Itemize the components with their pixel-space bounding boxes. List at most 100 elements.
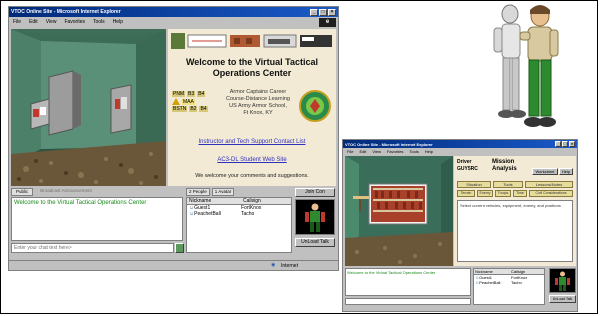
mission-chat-input[interactable] [345, 298, 471, 305]
mission-analysis-panel: Driver GUY5RC Mission Analysis Worksheet… [454, 156, 576, 266]
unload-talk-button[interactable]: UnLoad Talk [549, 295, 576, 303]
people-tab-bar: 2 People 1 Avatar [186, 188, 290, 196]
school-line: Course-Distance Learning [226, 96, 290, 102]
soldier-icon [171, 33, 185, 49]
3d-library-view[interactable] [345, 156, 453, 266]
library-scene-graphic [345, 156, 453, 266]
tab-public[interactable]: Public [11, 188, 34, 196]
mission-nav-row1: Situation Tools Lessons/Notes [457, 181, 573, 188]
list-item[interactable]: ☺PeachetBall Tacho [187, 211, 291, 217]
menu-view[interactable]: View [46, 19, 57, 25]
menu-tools[interactable]: Tools [409, 149, 418, 154]
code-cell: B2 [189, 106, 198, 112]
mission-window-title: VTOC Online Site - Microsoft Internet Ex… [345, 141, 433, 147]
driver-label: Driver [457, 159, 472, 165]
school-line: Armor Captains Career [229, 89, 287, 95]
unit-code-grid: PNM B3 B4 MAA BSTN B2 B4 [172, 91, 216, 123]
menu-file[interactable]: File [347, 149, 353, 154]
ie-logo-icon: e [319, 18, 336, 27]
column-nickname[interactable]: Nickname [474, 269, 511, 274]
avatar-viewer[interactable] [295, 199, 335, 235]
welcome-heading: Welcome to the Virtual Tactical Operatio… [185, 57, 319, 78]
close-button[interactable]: × [569, 141, 575, 147]
menu-favorites[interactable]: Favorites [64, 19, 85, 25]
main-title-bar: VTOC Online Site - Microsoft Internet Ex… [9, 7, 338, 17]
chat-message: Welcome to the Virtual Tactical Operatio… [347, 270, 436, 275]
column-callsign[interactable]: Callsign [511, 269, 525, 274]
help-button[interactable]: Help [559, 168, 573, 175]
welcome-comments-note: We welcome your comments and suggestions… [195, 173, 309, 179]
tools-button[interactable]: Tools [493, 181, 523, 188]
school-line: US Army Armor School, [229, 103, 287, 109]
welcome-panel: Welcome to the Virtual Tactical Operatio… [168, 29, 336, 186]
minimize-button[interactable]: _ [310, 8, 318, 16]
code-cell: PNM [172, 91, 186, 97]
code-cell: B4 [197, 91, 206, 97]
minimize-button[interactable]: _ [555, 141, 561, 147]
mission-avatar-viewer[interactable] [549, 268, 576, 293]
column-callsign[interactable]: Callsign [241, 198, 261, 204]
unload-talk-button[interactable]: UnLoad Talk [295, 238, 335, 247]
mission-instructions-box[interactable]: Select current vehicles, equipment, enem… [457, 200, 573, 262]
chat-input[interactable]: Enter your chat text here> [11, 243, 174, 253]
chat-tab-bar: Public Broadcast Announcement [11, 188, 183, 196]
menu-help[interactable]: Help [425, 149, 433, 154]
chat-placeholder: Enter your chat text here> [14, 245, 72, 251]
situation-button[interactable]: Situation [457, 181, 491, 188]
column-nickname[interactable]: Nickname [187, 198, 241, 204]
mission-menu-bar: File Edit View Favorites Tools Help [343, 148, 577, 155]
callsign: Tacho [511, 280, 522, 285]
enemy-button[interactable]: Enemy [477, 190, 493, 197]
menu-help[interactable]: Help [113, 19, 123, 25]
menu-edit[interactable]: Edit [359, 149, 366, 154]
student-web-link[interactable]: AC3-DL Student Web Site [172, 157, 332, 163]
code-cell: B4 [199, 106, 208, 112]
globe-icon: ◉ [271, 262, 276, 268]
mission-nav-row2: Terrain Enemy Troops Time Civil Consider… [457, 190, 573, 197]
worksheet-button[interactable]: Worksheet [532, 168, 558, 175]
troops-button[interactable]: Troops [495, 190, 511, 197]
code-cell: B3 [187, 91, 196, 97]
mission-people-list[interactable]: Nickname Callsign ☺Guest1 FortKnox ☺Peac… [473, 268, 545, 305]
list-item[interactable]: ☺PeachetBall Tacho [474, 280, 544, 285]
driver-name: GUY5RC [457, 166, 478, 172]
code-cell: MAA [182, 98, 195, 105]
nickname: PeachetBall [194, 211, 221, 217]
mission-chat-output: Welcome to the Virtual Tactical Operatio… [345, 268, 471, 296]
join-conference-button[interactable]: Join Con [295, 188, 335, 197]
status-zone: Internet [281, 263, 298, 269]
send-button[interactable] [175, 243, 184, 253]
callsign: Tacho [241, 211, 255, 217]
tab-avatar[interactable]: 1 Avatar [211, 188, 235, 196]
main-browser-window: VTOC Online Site - Microsoft Internet Ex… [8, 6, 339, 271]
menu-edit[interactable]: Edit [29, 19, 38, 25]
support-contact-link[interactable]: Instructor and Tech Support Contact List [172, 139, 332, 145]
terrain-button[interactable]: Terrain [457, 190, 475, 197]
tab-people[interactable]: 2 People [186, 188, 210, 196]
menu-file[interactable]: File [13, 19, 21, 25]
toolbar-icon-strip [171, 33, 332, 49]
maximize-button[interactable]: □ [319, 8, 327, 16]
lessons-notes-button[interactable]: Lessons/Notes [525, 181, 573, 188]
people-list[interactable]: Nickname Callsign ☺Guest1 FortKnox ☺Peac… [186, 197, 292, 253]
main-window-title: VTOC Online Site - Microsoft Internet Ex… [11, 9, 121, 15]
soldier-avatar-icon [555, 271, 570, 291]
menu-view[interactable]: View [372, 149, 381, 154]
3d-tactical-room-view[interactable] [11, 29, 166, 186]
code-cell: BSTN [172, 106, 188, 112]
mission-title-bar: VTOC Online Site - Microsoft Internet Ex… [343, 140, 577, 148]
room-scene-graphic [11, 29, 166, 186]
time-button[interactable]: Time [513, 190, 527, 197]
civil-considerations-button[interactable]: Civil Considerations [529, 190, 573, 197]
soldier-avatar-icon [305, 203, 325, 232]
cartoon-soldiers-illustration [493, 4, 559, 127]
tab-broadcast[interactable]: Broadcast Announcement [36, 188, 96, 196]
warning-triangle-icon [172, 98, 180, 105]
maximize-button[interactable]: □ [562, 141, 568, 147]
nickname: PeachetBall [479, 280, 501, 285]
armor-school-seal-icon [299, 90, 331, 122]
menu-tools[interactable]: Tools [93, 19, 105, 25]
chat-output: Welcome to the Virtual Tactical Operatio… [11, 197, 183, 241]
menu-favorites[interactable]: Favorites [387, 149, 403, 154]
close-button[interactable]: × [328, 8, 336, 16]
